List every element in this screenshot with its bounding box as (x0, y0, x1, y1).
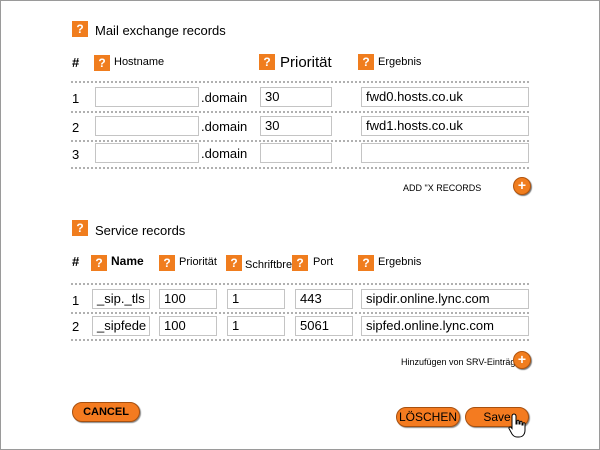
srv-priority-input[interactable]: 100 (159, 289, 217, 309)
mx-result-field[interactable] (361, 143, 529, 163)
divider (71, 81, 529, 83)
help-icon[interactable]: ? (72, 220, 88, 236)
mx-domain-suffix: .domain (201, 119, 248, 134)
divider (71, 167, 529, 169)
srv-priority-input[interactable]: 100 (159, 316, 217, 336)
srv-col-name: Name (111, 254, 144, 268)
divider (71, 312, 529, 314)
plus-circle-icon: + (517, 351, 527, 367)
help-icon[interactable]: ? (358, 255, 374, 271)
srv-port-input[interactable]: 5061 (295, 316, 353, 336)
add-mx-label: ADD "X RECORDS (403, 183, 482, 193)
delete-button[interactable]: LÖSCHEN (396, 407, 460, 427)
srv-row-number: 2 (72, 319, 80, 334)
mx-domain-suffix: .domain (201, 146, 248, 161)
help-icon[interactable]: ? (159, 255, 175, 271)
mx-section-title: Mail exchange records (95, 23, 226, 38)
divider (71, 339, 529, 341)
srv-weight-input[interactable]: 1 (227, 316, 285, 336)
mx-col-num: # (72, 55, 80, 70)
add-srv-record-button[interactable]: + (513, 351, 531, 369)
divider (71, 283, 529, 285)
mx-result-field[interactable]: fwd0.hosts.co.uk (361, 87, 529, 107)
srv-col-result: Ergebnis (378, 256, 422, 268)
mx-col-priority: Priorität (280, 54, 332, 71)
mx-hostname-input[interactable] (95, 143, 199, 163)
hand-cursor-icon (508, 413, 526, 438)
mx-priority-input[interactable]: 30 (260, 116, 332, 136)
mx-domain-suffix: .domain (201, 90, 248, 105)
help-icon[interactable]: ? (226, 255, 242, 271)
mx-row-number: 2 (72, 120, 80, 135)
srv-result-field[interactable]: sipdir.online.lync.com (361, 289, 529, 309)
help-icon[interactable]: ? (292, 255, 308, 271)
help-icon[interactable]: ? (358, 54, 374, 70)
mx-row-number: 1 (72, 91, 80, 106)
help-icon[interactable]: ? (72, 21, 88, 37)
mx-priority-input[interactable] (260, 143, 332, 163)
mx-hostname-input[interactable] (95, 116, 199, 136)
plus-circle-icon: + (517, 177, 527, 193)
add-mx-record-button[interactable]: + (513, 177, 531, 195)
mx-col-result: Ergebnis (378, 56, 422, 68)
srv-result-field[interactable]: sipfed.online.lync.com (361, 316, 529, 336)
mx-result-field[interactable]: fwd1.hosts.co.uk (361, 116, 529, 136)
divider (71, 111, 529, 113)
add-srv-label: Hinzufügen von SRV-Einträge (401, 357, 521, 367)
srv-name-input[interactable]: _sip._tls (92, 289, 150, 309)
srv-col-priority: Priorität (179, 256, 217, 268)
mx-col-hostname: Hostname (114, 56, 165, 68)
srv-section-title: Service records (95, 223, 186, 238)
srv-port-input[interactable]: 443 (295, 289, 353, 309)
divider (71, 140, 529, 142)
help-icon[interactable]: ? (259, 54, 275, 70)
cancel-button[interactable]: CANCEL (72, 402, 140, 422)
mx-priority-input[interactable]: 30 (260, 87, 332, 107)
srv-weight-input[interactable]: 1 (227, 289, 285, 309)
help-icon[interactable]: ? (94, 55, 110, 71)
srv-name-input[interactable]: _sipfede (92, 316, 150, 336)
help-icon[interactable]: ? (91, 255, 107, 271)
dns-records-panel: ? Mail exchange records # ? Hostname ? P… (0, 0, 600, 450)
mx-row-number: 3 (72, 147, 80, 162)
srv-col-port: Port (313, 256, 334, 268)
srv-row-number: 1 (72, 293, 80, 308)
srv-col-num: # (72, 254, 80, 269)
mx-hostname-input[interactable] (95, 87, 199, 107)
